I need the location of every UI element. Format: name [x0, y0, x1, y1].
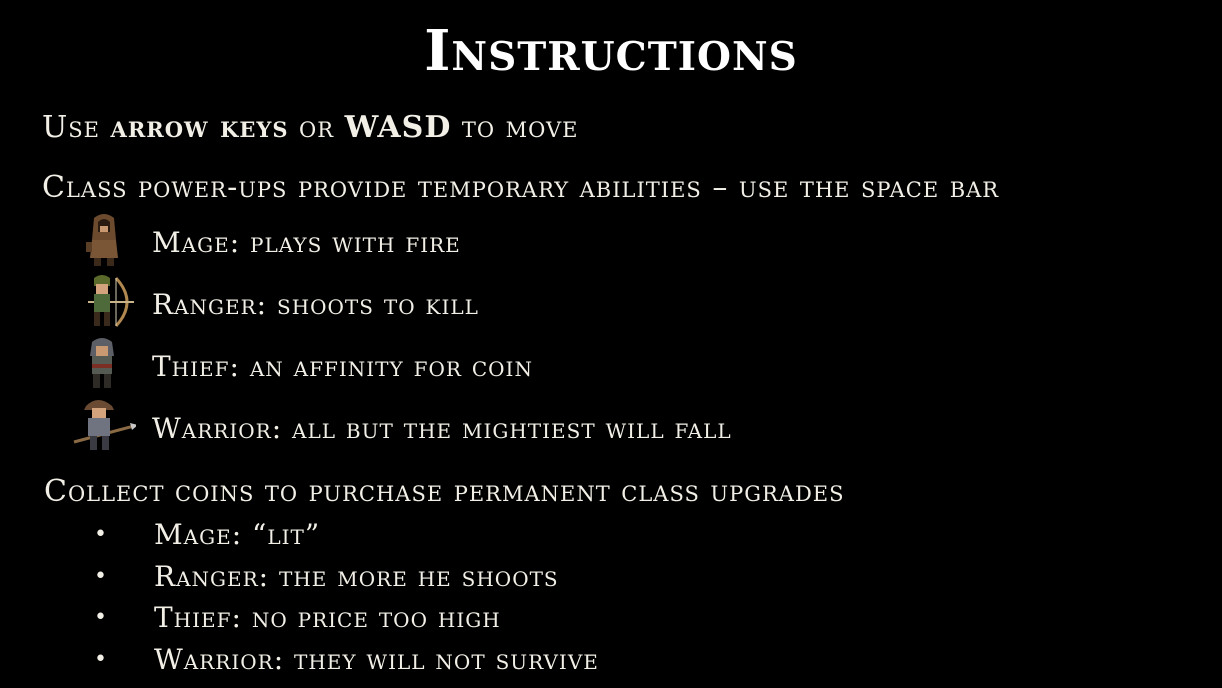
mage-sprite-icon [86, 214, 118, 266]
upgrade-bullet: • [94, 605, 107, 630]
upgrades-heading: Collect coins to purchase permanent clas… [44, 474, 845, 509]
powerups-heading: Class power-ups provide temporary abilit… [42, 170, 1000, 205]
class-thief-label: Thief: an affinity for coin [152, 350, 533, 383]
movement-suffix: to move [461, 110, 579, 145]
movement-or: or [299, 110, 335, 145]
page-title: Instructions [424, 18, 798, 84]
upgrade-bullet: • [94, 522, 107, 547]
arrow-keys-text: arrow keys [110, 110, 289, 145]
class-mage-label: Mage: plays with fire [152, 226, 461, 259]
movement-instruction: Use arrow keys or WASD to move [42, 110, 579, 146]
ranger-sprite-icon [88, 275, 134, 328]
class-warrior-label: Warrior: all but the mightiest will fall [152, 412, 732, 445]
wasd-text: WASD [344, 110, 452, 145]
thief-sprite-icon [90, 338, 114, 388]
upgrade-warrior-label: Warrior: they will not survive [154, 643, 599, 676]
movement-prefix: Use [42, 110, 100, 145]
upgrade-thief-label: Thief: no price too high [154, 601, 501, 634]
upgrade-bullet: • [94, 647, 107, 672]
warrior-sprite-icon [73, 400, 136, 450]
upgrade-bullet: • [94, 564, 107, 589]
upgrade-mage-label: Mage: “lit” [154, 518, 321, 551]
upgrade-ranger-label: Ranger: the more he shoots [154, 560, 559, 593]
class-ranger-label: Ranger: shoots to kill [152, 288, 479, 321]
